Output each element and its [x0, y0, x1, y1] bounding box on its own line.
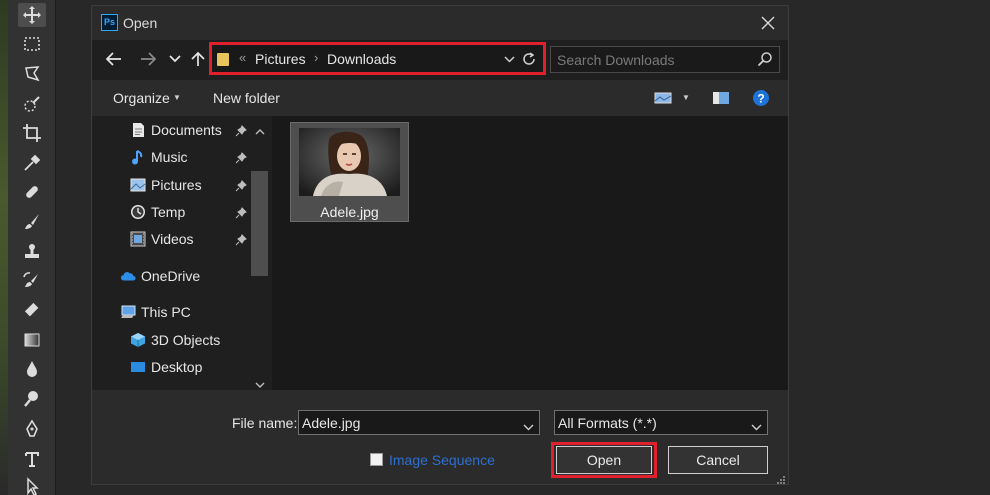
organize-button[interactable]: Organize	[113, 90, 170, 106]
address-bar[interactable]: « Pictures › Downloads	[209, 42, 546, 75]
brush-tool-icon[interactable]	[18, 210, 46, 234]
type-tool-icon[interactable]	[18, 447, 46, 471]
canvas-edge	[0, 0, 8, 495]
eraser-tool-icon[interactable]	[18, 298, 46, 322]
sidebar-item-documents[interactable]: Documents	[130, 119, 222, 141]
new-folder-button[interactable]: New folder	[213, 90, 280, 106]
breadcrumb-separator-icon: ›	[314, 50, 319, 65]
cancel-button[interactable]: Cancel	[668, 446, 768, 474]
view-options-caret-icon[interactable]: ▼	[682, 93, 690, 102]
cube-icon	[130, 332, 146, 348]
command-bar: Organize ▼ New folder ▼ ?	[92, 80, 788, 116]
navigation-scrollbar[interactable]	[251, 116, 268, 390]
pen-tool-icon[interactable]	[18, 417, 46, 441]
pin-icon[interactable]	[235, 206, 247, 219]
pin-icon[interactable]	[235, 151, 247, 164]
scroll-up-icon[interactable]	[255, 122, 265, 135]
sidebar-item-3d-objects[interactable]: 3D Objects	[130, 329, 220, 351]
file-name-dropdown-icon[interactable]	[523, 418, 534, 436]
help-icon[interactable]: ?	[751, 88, 771, 108]
history-brush-tool-icon[interactable]	[18, 269, 46, 293]
pictures-icon	[130, 177, 146, 193]
desktop-icon	[130, 359, 146, 375]
dialog-title: Open	[123, 15, 158, 31]
view-options-icon[interactable]	[653, 88, 673, 108]
file-item[interactable]: Adele.jpg	[290, 122, 409, 222]
up-arrow-icon[interactable]	[188, 49, 208, 69]
refresh-icon[interactable]	[520, 50, 538, 68]
tools-panel	[0, 0, 56, 495]
sidebar-item-videos[interactable]: Videos	[130, 228, 194, 250]
clock-icon	[130, 204, 146, 220]
dialog-footer: File name: Adele.jpg All Formats (*.*) I…	[92, 390, 788, 484]
marquee-tool-icon[interactable]	[18, 32, 46, 56]
image-thumbnail	[299, 128, 400, 196]
healing-brush-tool-icon[interactable]	[18, 180, 46, 204]
file-name-label: File name:	[232, 415, 298, 431]
pin-icon[interactable]	[235, 233, 247, 246]
sidebar-item-this-pc[interactable]: This PC	[120, 301, 191, 323]
dodge-tool-icon[interactable]	[18, 387, 46, 411]
preview-pane-icon[interactable]	[711, 88, 731, 108]
image-sequence-label[interactable]: Image Sequence	[389, 452, 495, 468]
breadcrumb-pictures[interactable]: Pictures	[255, 51, 306, 67]
photoshop-logo-icon: Ps	[101, 14, 118, 31]
videos-icon	[130, 231, 146, 247]
file-type-dropdown-icon[interactable]	[751, 418, 762, 436]
search-icon[interactable]	[757, 51, 773, 72]
workspace-background	[790, 0, 990, 495]
sidebar-item-desktop[interactable]: Desktop	[130, 356, 202, 378]
svg-text:?: ?	[757, 92, 764, 106]
breadcrumb-overflow[interactable]: «	[239, 50, 246, 65]
navigation-pane: Documents Music Pictures Temp Videos One…	[92, 116, 272, 390]
sidebar-item-temp[interactable]: Temp	[130, 201, 185, 223]
back-arrow-icon[interactable]	[104, 49, 124, 69]
sidebar-item-pictures[interactable]: Pictures	[130, 174, 202, 196]
crop-tool-icon[interactable]	[18, 121, 46, 145]
photoshop-workspace: Ps Open « Pictures › Downloads Search Do…	[0, 0, 990, 495]
scrollbar-thumb[interactable]	[251, 171, 268, 276]
forward-arrow-icon[interactable]	[138, 49, 158, 69]
folder-icon	[217, 53, 229, 66]
sidebar-item-music[interactable]: Music	[130, 146, 188, 168]
move-tool-icon[interactable]	[18, 3, 46, 27]
quick-selection-tool-icon[interactable]	[18, 92, 46, 116]
file-name: Adele.jpg	[320, 204, 379, 220]
stamp-tool-icon[interactable]	[18, 240, 46, 264]
blur-tool-icon[interactable]	[18, 357, 46, 381]
music-icon	[130, 149, 146, 165]
sidebar-item-onedrive[interactable]: OneDrive	[120, 265, 200, 287]
gradient-tool-icon[interactable]	[18, 328, 46, 352]
file-name-input[interactable]: Adele.jpg	[298, 410, 540, 435]
close-icon[interactable]	[756, 11, 780, 35]
cloud-icon	[120, 268, 136, 284]
lasso-tool-icon[interactable]	[18, 62, 46, 86]
navigation-bar: « Pictures › Downloads Search Downloads	[92, 40, 788, 80]
file-type-select[interactable]: All Formats (*.*)	[554, 410, 768, 435]
path-selection-tool-icon[interactable]	[18, 474, 46, 495]
search-placeholder: Search Downloads	[557, 52, 675, 68]
search-input[interactable]: Search Downloads	[550, 46, 780, 73]
organize-caret-icon[interactable]: ▼	[173, 93, 181, 102]
resize-grip-icon[interactable]	[776, 472, 786, 484]
computer-icon	[120, 304, 136, 320]
breadcrumb-downloads[interactable]: Downloads	[327, 51, 396, 67]
address-dropdown-chevron-icon[interactable]	[500, 50, 518, 68]
recent-locations-chevron-icon[interactable]	[165, 49, 185, 69]
eyedropper-tool-icon[interactable]	[18, 151, 46, 175]
dialog-titlebar: Ps Open	[92, 6, 788, 40]
open-button[interactable]: Open	[556, 446, 652, 474]
pin-icon[interactable]	[235, 124, 247, 137]
file-list: Adele.jpg	[272, 116, 788, 390]
image-sequence-checkbox[interactable]	[370, 453, 383, 466]
scroll-down-icon[interactable]	[255, 376, 265, 388]
documents-icon	[130, 122, 146, 138]
open-dialog: Ps Open « Pictures › Downloads Search Do…	[91, 5, 789, 485]
pin-icon[interactable]	[235, 179, 247, 192]
